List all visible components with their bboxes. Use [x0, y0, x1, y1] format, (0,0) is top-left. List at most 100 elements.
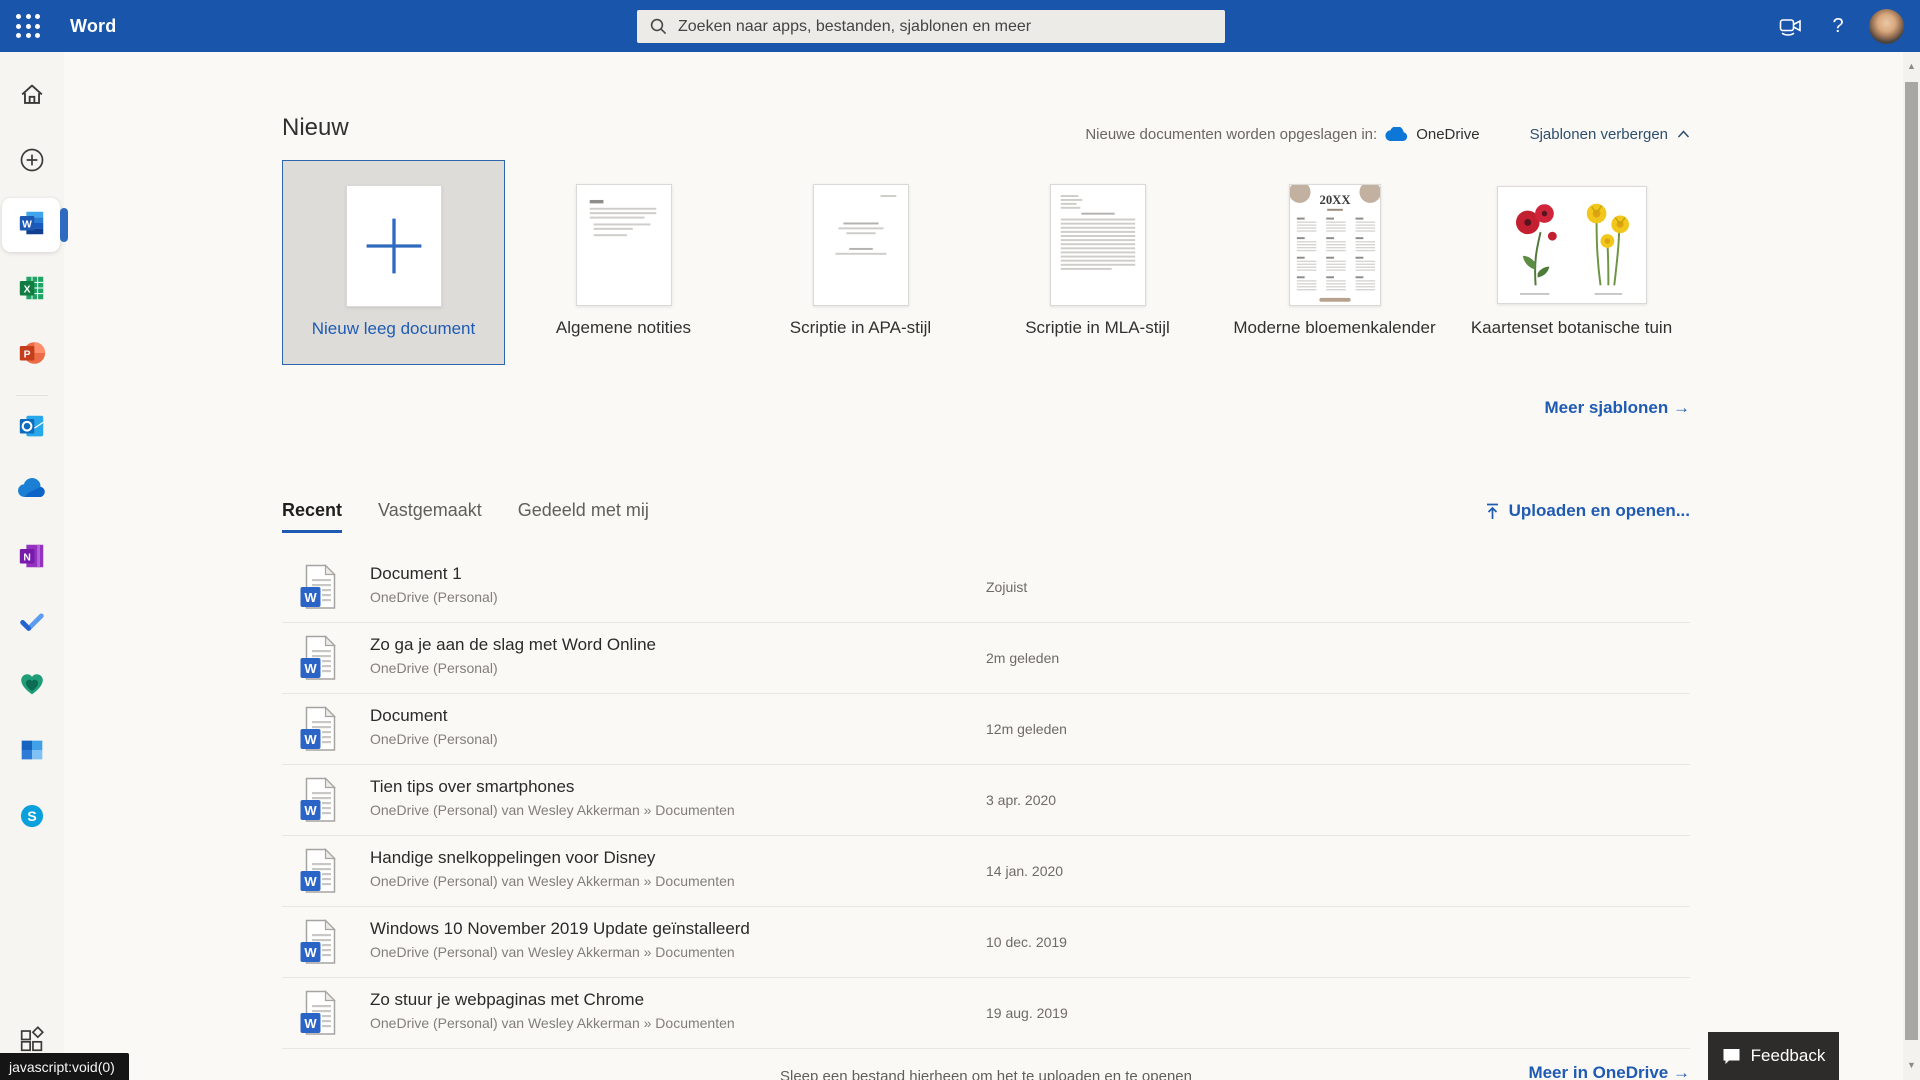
arrow-right-icon: →	[1673, 398, 1690, 417]
sidebar-item-excel[interactable]: X	[0, 262, 64, 318]
svg-text:W: W	[304, 732, 317, 747]
recent-documents-list: WDocument 1OneDrive (Personal)ZojuistWZo…	[282, 552, 1690, 1049]
waffle-grid-icon	[16, 14, 40, 38]
document-row[interactable]: WZo stuur je webpaginas met ChromeOneDri…	[282, 978, 1690, 1049]
sidebar: W X P N S	[0, 52, 64, 1080]
template-label: Moderne bloemenkalender	[1216, 318, 1453, 338]
scroll-down-arrow-icon[interactable]: ▼	[1903, 1057, 1920, 1074]
template-label: Scriptie in MLA-stijl	[979, 318, 1216, 338]
svg-text:P: P	[24, 349, 31, 360]
template-label: Scriptie in APA-stijl	[742, 318, 979, 338]
document-location: OneDrive (Personal) van Wesley Akkerman …	[370, 873, 735, 889]
tab-gedeeld-met-mij[interactable]: Gedeeld met mij	[518, 500, 649, 533]
word-doc-icon: W	[300, 635, 338, 686]
document-row[interactable]: W Zo ga je aan de slag met Word Online One…	[282, 623, 1690, 694]
hide-templates-button[interactable]: Sjablonen verbergen	[1530, 126, 1690, 143]
more-templates-link[interactable]: Meer sjablonen →	[282, 398, 1690, 418]
template-card-notes[interactable]: Algemene notities	[505, 160, 742, 365]
scrollbar-thumb[interactable]	[1905, 82, 1918, 1040]
app-title: Word	[70, 0, 116, 52]
tab-vastgemaakt[interactable]: Vastgemaakt	[378, 500, 482, 533]
sidebar-item-powerpoint[interactable]: P	[0, 327, 64, 383]
document-location: OneDrive (Personal)	[370, 660, 498, 676]
template-label: Nieuw leeg document	[283, 319, 504, 339]
template-thumbnail	[813, 184, 909, 306]
avatar	[1869, 9, 1904, 44]
status-url-tooltip: javascript:void(0)	[0, 1053, 129, 1080]
sidebar-item-onedrive[interactable]	[0, 464, 64, 520]
document-title: Document	[370, 706, 447, 726]
template-card-mla[interactable]: Scriptie in MLA-stijl	[979, 160, 1216, 365]
sidebar-item-home[interactable]	[0, 68, 64, 124]
main-content: Nieuw Nieuwe documenten worden opgeslage…	[64, 52, 1903, 1080]
app-launcher-icon[interactable]	[0, 0, 56, 52]
sidebar-item-onenote[interactable]: N	[0, 530, 64, 586]
template-card-apa[interactable]: Scriptie in APA-stijl	[742, 160, 979, 365]
document-date: 10 dec. 2019	[986, 934, 1067, 950]
svg-text:20XX: 20XX	[1319, 193, 1351, 207]
save-location-value: OneDrive	[1416, 126, 1479, 143]
word-doc-icon: W	[300, 777, 338, 828]
document-title: Tien tips over smartphones	[370, 777, 574, 797]
help-icon[interactable]: ?	[1814, 0, 1862, 52]
search-input[interactable]: Zoeken naar apps, bestanden, sjablonen e…	[637, 10, 1225, 43]
family-safety-icon	[17, 669, 47, 704]
todo-icon	[17, 606, 47, 641]
upload-open-link[interactable]: Uploaden en openen...	[1485, 501, 1690, 521]
feedback-button[interactable]: Feedback	[1708, 1032, 1839, 1080]
tab-recent[interactable]: Recent	[282, 500, 342, 533]
sidebar-item-word[interactable]: W	[0, 197, 64, 253]
document-date: Zojuist	[986, 579, 1027, 595]
template-card-botanical[interactable]: Kaartenset botanische tuin	[1453, 160, 1690, 365]
more-in-onedrive-link[interactable]: Meer in OneDrive →	[282, 1063, 1690, 1080]
onenote-icon: N	[17, 541, 47, 576]
document-title: Zo ga je aan de slag met Word Online	[370, 635, 656, 655]
search-placeholder: Zoeken naar apps, bestanden, sjablonen e…	[678, 18, 1031, 36]
sidebar-item-calendar[interactable]	[0, 724, 64, 780]
word-doc-icon: W	[300, 990, 338, 1041]
document-row[interactable]: W Windows 10 November 2019 Update geïnsta…	[282, 907, 1690, 978]
word-doc-icon: W	[300, 706, 338, 757]
calendar-icon	[17, 735, 47, 770]
word-doc-icon: W	[300, 848, 338, 899]
document-location: OneDrive (Personal) van Wesley Akkerman …	[370, 1015, 735, 1031]
document-title: Handige snelkoppelingen voor Disney	[370, 848, 655, 868]
meet-now-icon[interactable]	[1766, 0, 1814, 52]
template-gallery: Nieuw leeg documentAlgemene notitiesScri…	[282, 160, 1690, 365]
powerpoint-icon: P	[17, 338, 47, 373]
upload-icon	[1485, 503, 1500, 520]
svg-text:S: S	[27, 808, 36, 824]
template-card-blank[interactable]: Nieuw leeg document	[282, 160, 505, 365]
word-doc-icon: W	[300, 564, 338, 615]
outlook-icon	[17, 411, 47, 446]
scrollbar[interactable]: ▲ ▼	[1903, 52, 1920, 1080]
recent-tabs-row: Recent Vastgemaakt Gedeeld met mij Uploade…	[282, 500, 1690, 540]
scroll-up-arrow-icon[interactable]: ▲	[1903, 58, 1920, 75]
document-date: 2m geleden	[986, 650, 1059, 666]
template-thumbnail	[1497, 186, 1647, 304]
template-thumbnail	[576, 184, 672, 306]
svg-text:N: N	[23, 552, 30, 563]
onedrive-icon	[17, 475, 47, 510]
document-location: OneDrive (Personal)	[370, 731, 498, 747]
topbar: Word Zoeken naar apps, bestanden, sjablo…	[0, 0, 1920, 52]
onedrive-icon	[1385, 127, 1408, 142]
template-thumbnail: 20XX	[1289, 184, 1381, 306]
word-doc-icon: W	[300, 919, 338, 970]
document-row[interactable]: W Handige snelkoppelingen voor Disney OneD…	[282, 836, 1690, 907]
sidebar-item-todo[interactable]	[0, 595, 64, 651]
sidebar-item-create-new[interactable]	[0, 134, 64, 190]
document-location: OneDrive (Personal) van Wesley Akkerman …	[370, 802, 735, 818]
sidebar-item-skype[interactable]: S	[0, 790, 64, 846]
sidebar-item-family-safety[interactable]	[0, 658, 64, 714]
document-title: Windows 10 November 2019 Update geïnstal…	[370, 919, 750, 939]
account-button[interactable]	[1862, 0, 1910, 52]
document-row[interactable]: WDocument 1OneDrive (Personal)Zojuist	[282, 552, 1690, 623]
template-card-calendar[interactable]: 20XX Moderne bloemenkalender	[1216, 160, 1453, 365]
document-row[interactable]: W Tien tips over smartphones OneDrive (Per…	[282, 765, 1690, 836]
svg-text:W: W	[304, 590, 317, 605]
sidebar-item-outlook[interactable]	[0, 400, 64, 456]
svg-text:X: X	[24, 284, 31, 295]
document-row[interactable]: WDocumentOneDrive (Personal)12m geleden	[282, 694, 1690, 765]
save-location-label: Nieuwe documenten worden opgeslagen in:	[1085, 126, 1377, 143]
